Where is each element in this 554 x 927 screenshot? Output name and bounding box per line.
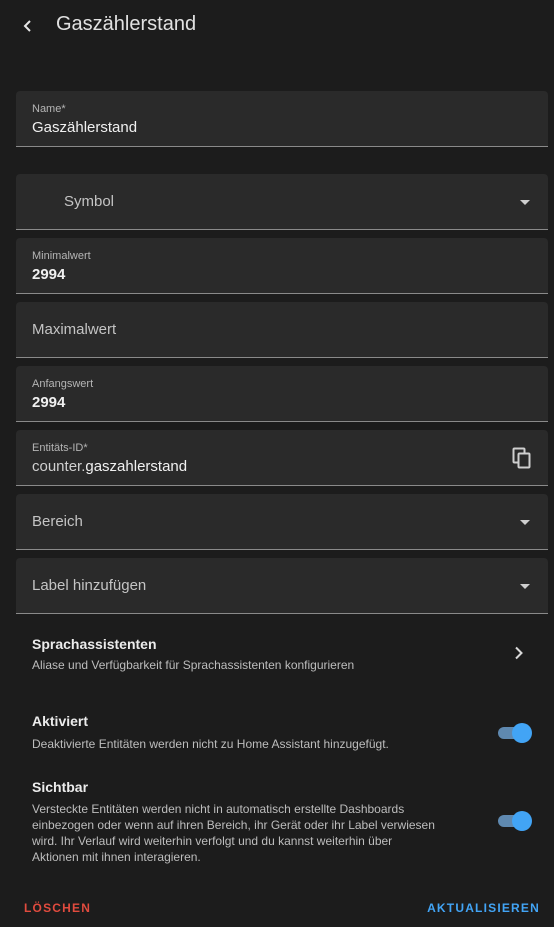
dropdown-arrow-icon [520, 584, 530, 589]
entity-id-value: counter.gaszahlerstand [32, 458, 187, 475]
visible-description-line-1: Versteckte Entitäten werden nicht in aut… [32, 802, 405, 816]
enabled-description: Deaktivierte Entitäten werden nicht zu H… [32, 737, 389, 751]
name-field-label: Name* [32, 103, 66, 115]
back-button[interactable] [14, 12, 42, 40]
labels-select[interactable]: Label hinzufügen [16, 558, 548, 614]
entity-id-prefix: counter. [32, 458, 86, 475]
enabled-setting: Aktiviert Deaktivierte Entitäten werden … [16, 713, 548, 753]
initial-field-label: Anfangswert [32, 378, 94, 390]
back-arrow-icon [23, 20, 31, 32]
voice-assistants-title: Sprachassistenten [32, 636, 157, 652]
entity-id-field[interactable]: Entitäts-ID* counter.gaszahlerstand [16, 430, 548, 486]
symbol-select[interactable]: Symbol [16, 174, 548, 230]
visible-toggle[interactable] [496, 810, 532, 831]
maximum-field[interactable]: Maximalwert [16, 302, 548, 358]
dropdown-arrow-icon [520, 520, 530, 525]
visible-description-line-3: wird. Ihr Verlauf wird weiterhin verfolg… [32, 834, 393, 848]
delete-button[interactable]: LÖSCHEN [24, 901, 91, 915]
entity-id-name: gaszahlerstand [85, 458, 188, 475]
area-select[interactable]: Bereich [16, 494, 548, 550]
voice-assistants-description: Aliase und Verfügbarkeit für Sprachassis… [32, 658, 355, 672]
copy-icon[interactable] [512, 447, 532, 469]
labels-placeholder: Label hinzufügen [32, 577, 147, 594]
minimum-field[interactable]: Minimalwert 2994 [16, 238, 548, 294]
voice-assistants-item[interactable]: Sprachassistenten Aliase und Verfügbarke… [16, 636, 548, 676]
toggle-knob [512, 811, 532, 831]
visible-setting: Sichtbar Versteckte Entitäten werden nic… [16, 779, 548, 865]
initial-field[interactable]: Anfangswert 2994 [16, 366, 548, 422]
initial-field-value: 2994 [32, 394, 66, 411]
visible-description-line-4: Aktionen mit ihnen interagieren. [32, 850, 201, 864]
entity-id-label: Entitäts-ID* [32, 442, 88, 454]
dropdown-arrow-icon [520, 200, 530, 205]
toggle-knob [512, 723, 532, 743]
chevron-right-icon [515, 646, 523, 660]
visible-description-line-2: einbezogen oder wenn auf ihren Bereich, … [32, 818, 435, 832]
enabled-toggle[interactable] [496, 722, 532, 743]
name-field[interactable]: Name* Gaszählerstand [16, 91, 548, 147]
area-placeholder: Bereich [32, 513, 83, 530]
minimum-field-label: Minimalwert [32, 250, 91, 262]
visible-title: Sichtbar [32, 779, 89, 795]
name-field-value: Gaszählerstand [32, 119, 138, 136]
enabled-title: Aktiviert [32, 713, 89, 729]
minimum-field-value: 2994 [32, 266, 66, 283]
maximum-placeholder: Maximalwert [32, 321, 117, 338]
update-button[interactable]: AKTUALISIEREN [427, 901, 540, 915]
page-title: Gaszählerstand [56, 13, 197, 35]
symbol-placeholder: Symbol [64, 193, 115, 210]
top-bar: Gaszählerstand [0, 0, 554, 56]
